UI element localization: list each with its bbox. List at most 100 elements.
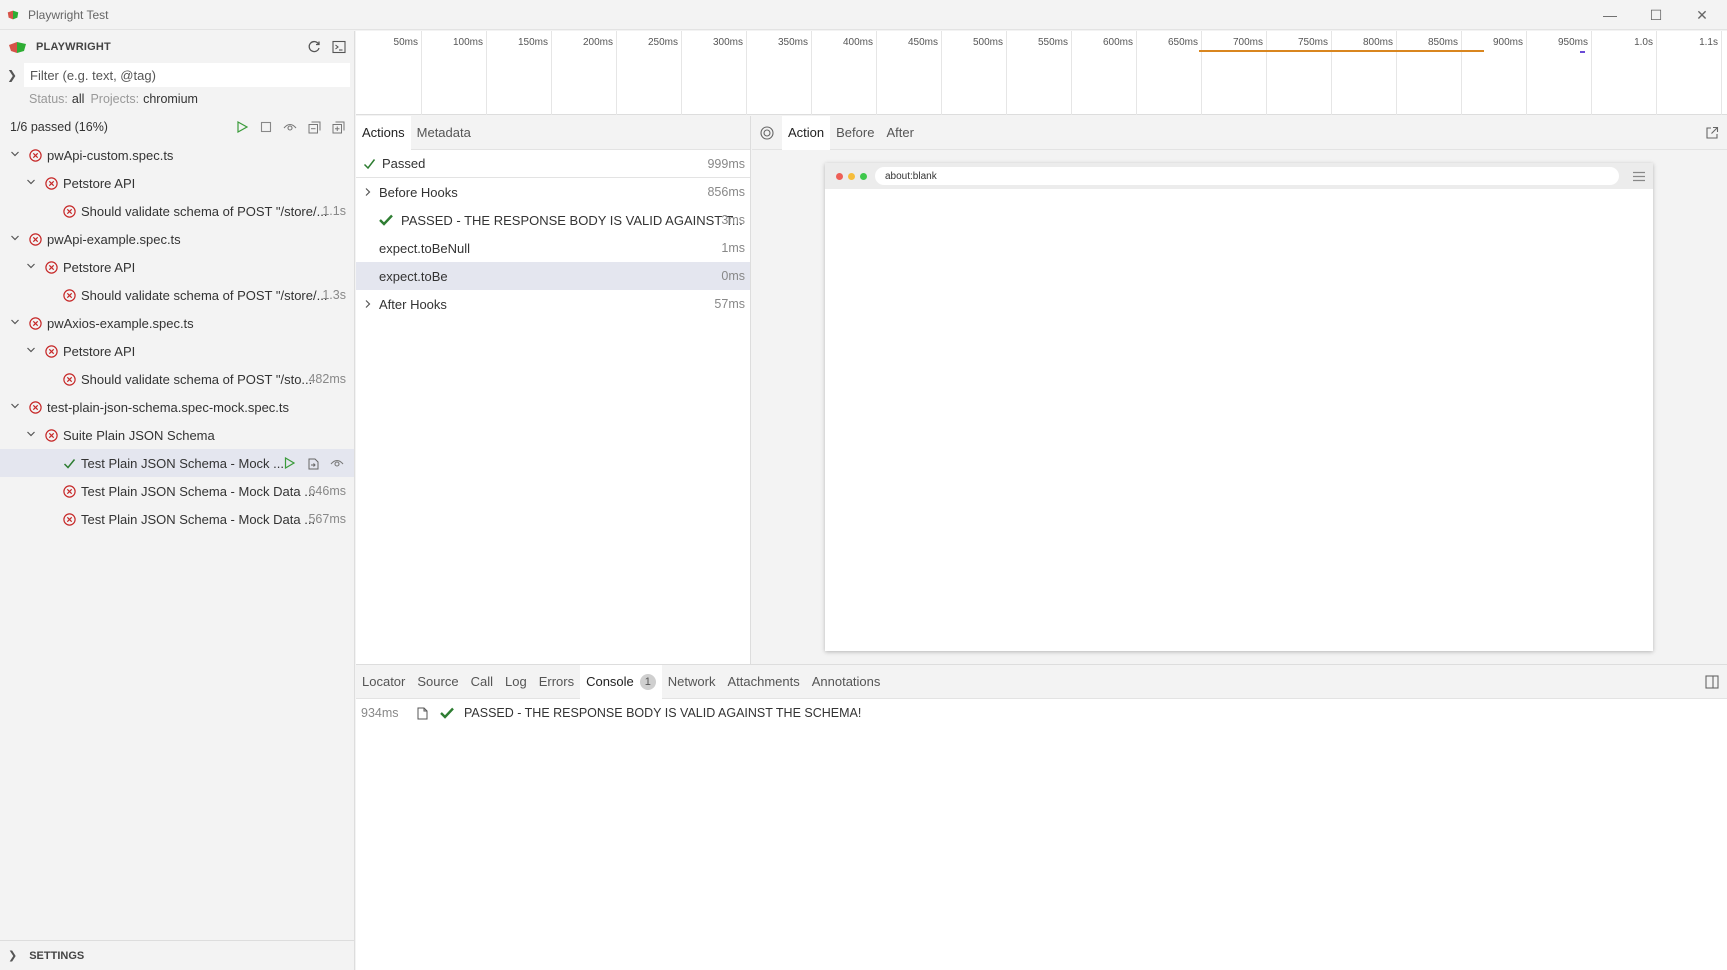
reload-icon[interactable]	[304, 37, 324, 57]
run-icon[interactable]	[280, 454, 298, 472]
chevron-down-icon[interactable]	[24, 177, 38, 190]
timeline-tick-label: 750ms	[1278, 37, 1328, 48]
tab-network[interactable]: Network	[662, 665, 722, 699]
go-to-file-icon[interactable]	[304, 454, 322, 472]
stop-icon[interactable]	[256, 117, 276, 137]
action-row[interactable]: PASSED - THE RESPONSE BODY IS VALID AGAI…	[356, 206, 750, 234]
action-row[interactable]: Before Hooks 856ms	[356, 178, 750, 206]
collapse-all-icon[interactable]	[304, 117, 324, 137]
chevron-down-icon[interactable]	[8, 317, 22, 330]
file-icon	[417, 707, 428, 720]
chevron-down-icon[interactable]	[24, 261, 38, 274]
tab-locator[interactable]: Locator	[356, 665, 411, 699]
file-row[interactable]: pwApi-custom.spec.ts	[0, 141, 354, 169]
chevron-down-icon[interactable]	[24, 429, 38, 442]
tab-before[interactable]: Before	[830, 116, 880, 150]
tab-attachments[interactable]: Attachments	[721, 665, 805, 699]
settings-label: SETTINGS	[29, 950, 84, 962]
failed-icon	[28, 232, 42, 246]
console-message: PASSED - THE RESPONSE BODY IS VALID AGAI…	[464, 706, 861, 720]
timeline-tick-label: 850ms	[1408, 37, 1458, 48]
status-value[interactable]: all	[72, 92, 85, 106]
timeline-tick	[1071, 31, 1072, 115]
action-duration: 856ms	[707, 185, 745, 199]
timeline-tick-label: 50ms	[368, 37, 418, 48]
action-label: Passed	[382, 156, 425, 171]
suite-row[interactable]: Petstore API	[0, 337, 354, 365]
target-icon[interactable]	[752, 126, 782, 140]
chevron-down-icon[interactable]	[24, 345, 38, 358]
action-row[interactable]: Passed999ms	[356, 150, 750, 178]
close-window-button[interactable]: ✕	[1679, 0, 1725, 30]
action-row[interactable]: After Hooks57ms	[356, 290, 750, 318]
action-list: Passed999ms Before Hooks 856ms PASSED - THE…	[356, 150, 750, 318]
tree-label: Should validate schema of POST "/sto...	[81, 372, 312, 387]
check-icon	[379, 214, 395, 226]
filter-input[interactable]	[24, 63, 350, 87]
watch-all-icon[interactable]	[280, 117, 300, 137]
timeline[interactable]: 50ms100ms150ms200ms250ms300ms350ms400ms4…	[356, 31, 1727, 115]
file-row[interactable]: pwApi-example.spec.ts	[0, 225, 354, 253]
duration: 646ms	[308, 484, 346, 498]
tab-after[interactable]: After	[880, 116, 919, 150]
settings-section[interactable]: ❯ SETTINGS	[0, 940, 355, 970]
chevron-down-icon[interactable]	[8, 401, 22, 414]
maximize-button[interactable]: ☐	[1633, 0, 1679, 30]
test-row[interactable]: Should validate schema of POST "/store/.…	[0, 281, 354, 309]
tab-source[interactable]: Source	[411, 665, 464, 699]
tree-label: Petstore API	[63, 344, 135, 359]
timeline-tick	[941, 31, 942, 115]
chevron-down-icon[interactable]	[8, 233, 22, 246]
layout-toggle-icon[interactable]	[1705, 675, 1719, 692]
timeline-tick	[1656, 31, 1657, 115]
run-all-icon[interactable]	[232, 117, 252, 137]
suite-row[interactable]: Suite Plain JSON Schema	[0, 421, 354, 449]
tab-metadata[interactable]: Metadata	[411, 116, 477, 150]
suite-row[interactable]: Petstore API	[0, 169, 354, 197]
action-row[interactable]: expect.toBe0ms	[356, 262, 750, 290]
file-row[interactable]: test-plain-json-schema.spec-mock.spec.ts	[0, 393, 354, 421]
action-label: Before Hooks	[379, 185, 458, 200]
timeline-tick	[1721, 31, 1722, 115]
failed-icon	[62, 288, 76, 302]
chevron-right-icon[interactable]	[363, 187, 379, 197]
tab-console[interactable]: Console1	[580, 665, 662, 699]
tab-call[interactable]: Call	[465, 665, 499, 699]
expand-all-icon[interactable]	[328, 117, 348, 137]
tab-log[interactable]: Log	[499, 665, 533, 699]
failed-icon	[28, 148, 42, 162]
timeline-tick-label: 400ms	[823, 37, 873, 48]
status-key: Status:	[29, 92, 68, 106]
action-row[interactable]: expect.toBeNull1ms	[356, 234, 750, 262]
timeline-tick	[1006, 31, 1007, 115]
test-row[interactable]: Should validate schema of POST "/sto...4…	[0, 365, 354, 393]
chevron-right-icon[interactable]	[363, 299, 379, 309]
timeline-tick-label: 300ms	[693, 37, 743, 48]
tab-actions[interactable]: Actions	[356, 116, 411, 150]
tab-label: Log	[505, 674, 527, 689]
terminal-icon[interactable]	[329, 37, 349, 57]
test-row[interactable]: Should validate schema of POST "/store/.…	[0, 197, 354, 225]
timeline-tick-label: 700ms	[1213, 37, 1263, 48]
suite-row[interactable]: Petstore API	[0, 253, 354, 281]
minimize-button[interactable]: —	[1587, 0, 1633, 30]
timeline-tick	[1526, 31, 1527, 115]
file-row[interactable]: pwAxios-example.spec.ts	[0, 309, 354, 337]
tab-errors[interactable]: Errors	[533, 665, 580, 699]
timeline-tick	[1461, 31, 1462, 115]
duration: 567ms	[308, 512, 346, 526]
chevron-right-icon: ❯	[8, 949, 17, 962]
tab-action[interactable]: Action	[782, 116, 830, 150]
chevron-right-icon[interactable]: ❯	[0, 68, 24, 82]
watch-icon[interactable]	[328, 454, 346, 472]
timeline-tick	[811, 31, 812, 115]
projects-value[interactable]: chromium	[143, 92, 198, 106]
test-row[interactable]: Test Plain JSON Schema - Mock Data ...56…	[0, 505, 354, 533]
chevron-down-icon[interactable]	[8, 149, 22, 162]
test-row[interactable]: Test Plain JSON Schema - Mock ...	[0, 449, 354, 477]
tab-annotations[interactable]: Annotations	[806, 665, 887, 699]
open-external-icon[interactable]	[1705, 126, 1719, 143]
title-bar: Playwright Test — ☐ ✕	[0, 0, 1727, 30]
test-row[interactable]: Test Plain JSON Schema - Mock Data ...64…	[0, 477, 354, 505]
timeline-tick-label: 150ms	[498, 37, 548, 48]
